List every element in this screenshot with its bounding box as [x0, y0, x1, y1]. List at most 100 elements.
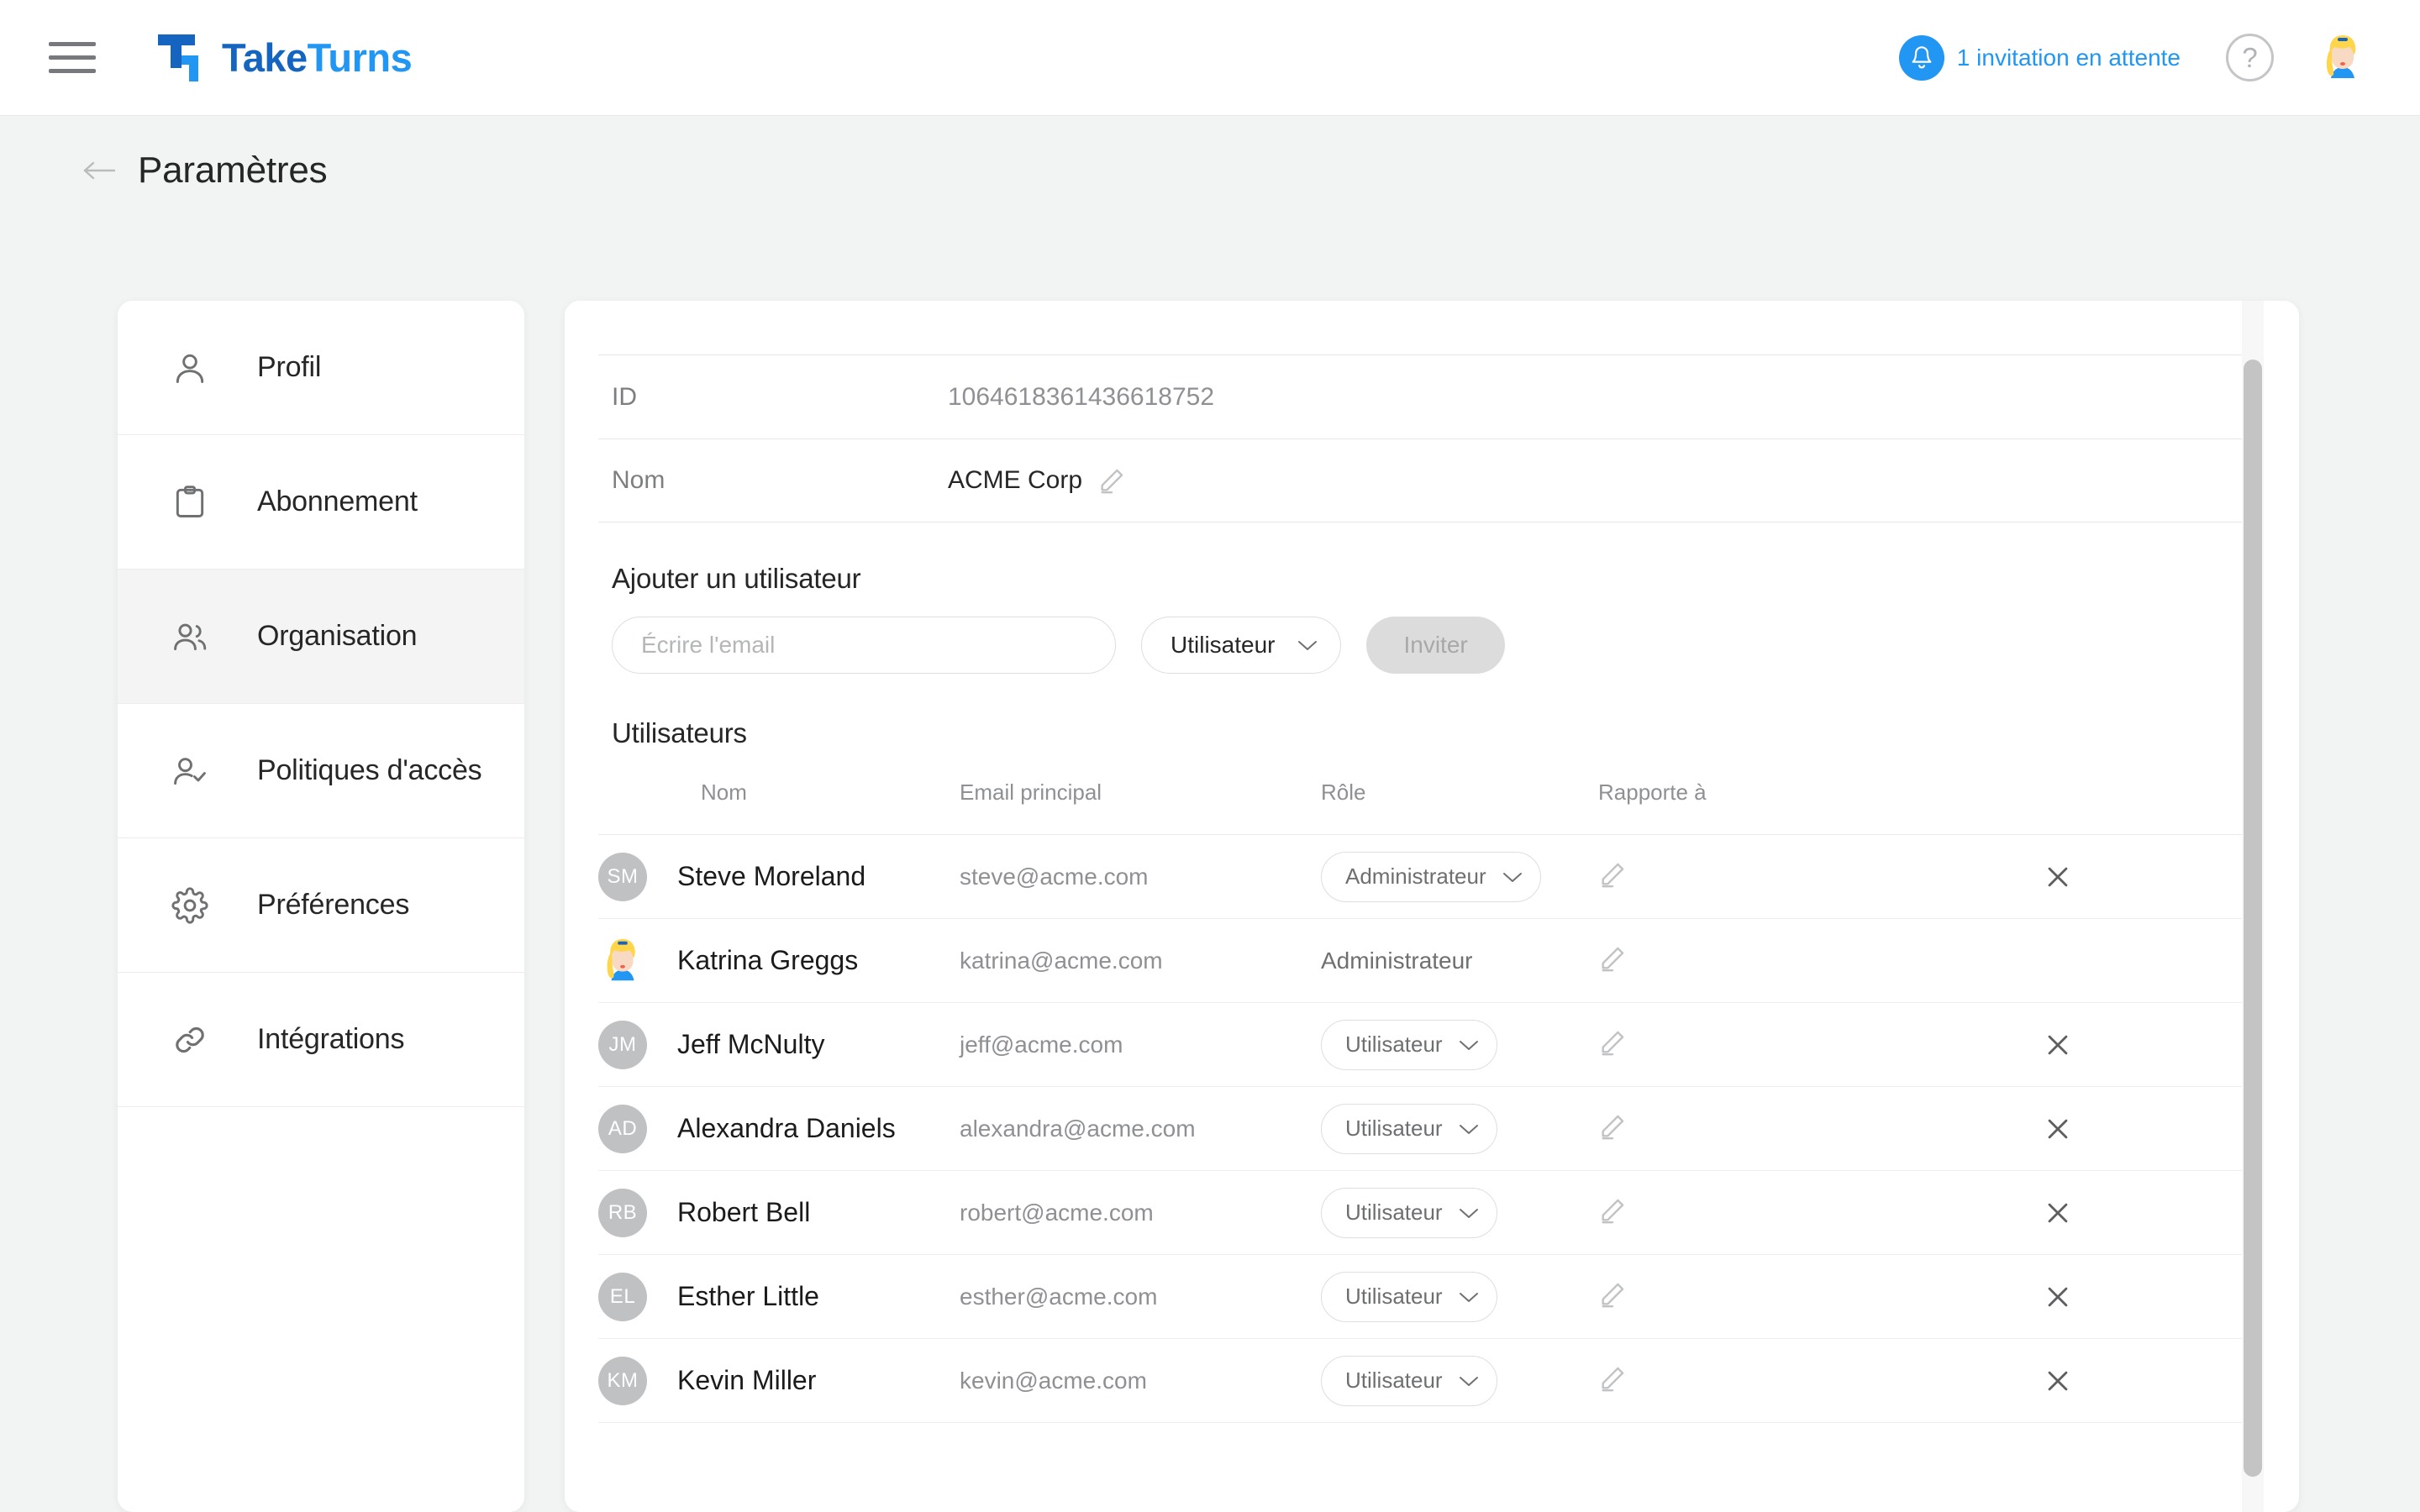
- sidebar-item-organisation[interactable]: Organisation: [118, 570, 524, 704]
- user-avatar-icon[interactable]: [2317, 32, 2368, 83]
- sidebar-item-label: Abonnement: [257, 486, 418, 517]
- user-name: Steve Moreland: [677, 861, 866, 891]
- pending-invitation-label: 1 invitation en attente: [1956, 44, 2181, 71]
- table-row[interactable]: JM Jeff McNulty jeff@acme.com Utilisateu…: [598, 1003, 2249, 1087]
- table-row[interactable]: EL Esther Little esther@acme.com Utilisa…: [598, 1255, 2249, 1339]
- gear-icon: [170, 885, 210, 926]
- hamburger-menu-icon[interactable]: [49, 39, 97, 77]
- add-user-title: Ajouter un utilisateur: [612, 563, 861, 594]
- user-remove-cell: [2044, 1199, 2249, 1227]
- edit-pencil-icon[interactable]: [1598, 944, 1627, 973]
- org-info-row-nom: Nom ACME Corp: [598, 438, 2249, 522]
- user-name: Katrina Greggs: [677, 945, 859, 975]
- table-row[interactable]: RB Robert Bell robert@acme.com Utilisate…: [598, 1171, 2249, 1255]
- page-title: Paramètres: [138, 150, 328, 191]
- edit-pencil-icon[interactable]: [1598, 1112, 1627, 1141]
- pending-invitation-notification[interactable]: 1 invitation en attente: [1898, 34, 2181, 81]
- chevron-down-icon: [1459, 1376, 1478, 1386]
- page-header: Paramètres: [0, 116, 2420, 225]
- question-mark-icon[interactable]: ?: [2226, 34, 2274, 81]
- user-remove-cell: [2044, 863, 2249, 891]
- user-check-icon: [170, 751, 210, 791]
- user-reports-to-cell: [1598, 1364, 2044, 1397]
- column-header-role: Rôle: [1321, 780, 1366, 805]
- users-table-header: Nom Email principal Rôle Rapporte à: [598, 780, 2249, 835]
- user-role-dropdown[interactable]: Utilisateur: [1321, 1355, 1497, 1406]
- org-info-value-wrap: ACME Corp: [948, 466, 1126, 495]
- user-icon: [170, 348, 210, 388]
- avatar: JM: [598, 1020, 647, 1069]
- table-row[interactable]: AD Alexandra Daniels alexandra@acme.com …: [598, 1087, 2249, 1171]
- user-name-cell: EL Esther Little: [598, 1272, 960, 1321]
- user-role-dropdown[interactable]: Utilisateur: [1321, 1103, 1497, 1154]
- edit-pencil-icon[interactable]: [1598, 860, 1627, 889]
- organisation-scroll-content: ID 1064618361436618752 Nom ACME Corp Ajo…: [598, 301, 2249, 1423]
- role-select-value: Utilisateur: [1171, 632, 1276, 658]
- avatar: RB: [598, 1188, 647, 1237]
- table-row[interactable]: SM Steve Moreland steve@acme.com Adminis…: [598, 835, 2249, 919]
- user-name-cell: SM Steve Moreland: [598, 852, 960, 901]
- edit-pencil-icon[interactable]: [1598, 1196, 1627, 1225]
- user-role-dropdown[interactable]: Utilisateur: [1321, 1271, 1497, 1322]
- sidebar-item-integrations[interactable]: Intégrations: [118, 973, 524, 1107]
- sidebar-item-profil[interactable]: Profil: [118, 301, 524, 435]
- close-icon[interactable]: [2044, 1199, 2072, 1227]
- user-remove-cell: [2044, 1283, 2249, 1311]
- user-email: esther@acme.com: [960, 1283, 1158, 1310]
- sidebar-item-label: Politiques d'accès: [257, 754, 482, 786]
- scrollbar-thumb[interactable]: [2244, 360, 2262, 1477]
- sidebar-item-politiques-dacces[interactable]: Politiques d'accès: [118, 704, 524, 838]
- close-icon[interactable]: [2044, 1283, 2072, 1311]
- role-select-dropdown[interactable]: Utilisateur: [1141, 617, 1342, 674]
- user-reports-to-cell: [1598, 1112, 2044, 1145]
- close-icon[interactable]: [2044, 863, 2072, 891]
- avatar: KM: [598, 1356, 647, 1405]
- user-role-cell: Utilisateur: [1321, 1355, 1598, 1406]
- user-email: alexandra@acme.com: [960, 1115, 1196, 1142]
- add-user-form: Utilisateur Inviter: [612, 617, 2249, 674]
- user-role-dropdown[interactable]: Utilisateur: [1321, 1019, 1497, 1070]
- sidebar-item-label: Profil: [257, 351, 322, 383]
- sidebar-item-label: Intégrations: [257, 1023, 405, 1055]
- edit-pencil-icon[interactable]: [1598, 1280, 1627, 1309]
- user-role-cell: Utilisateur: [1321, 1187, 1598, 1238]
- user-email: jeff@acme.com: [960, 1031, 1123, 1058]
- user-name: Esther Little: [677, 1281, 819, 1311]
- user-role-value: Utilisateur: [1345, 1284, 1443, 1309]
- user-role-value: Administrateur: [1321, 947, 1473, 974]
- users-section-title: Utilisateurs: [612, 717, 747, 748]
- user-role-dropdown[interactable]: Utilisateur: [1321, 1187, 1497, 1238]
- email-input[interactable]: [612, 617, 1116, 674]
- user-name: Jeff McNulty: [677, 1029, 825, 1059]
- user-role-value: Utilisateur: [1345, 1116, 1443, 1141]
- chevron-down-icon: [1298, 641, 1318, 650]
- user-reports-to-cell: [1598, 860, 2044, 893]
- edit-pencil-icon[interactable]: [1598, 1364, 1627, 1393]
- arrow-left-icon[interactable]: [81, 158, 118, 183]
- user-role-value: Utilisateur: [1345, 1032, 1443, 1057]
- user-role-dropdown[interactable]: Administrateur: [1321, 851, 1541, 902]
- user-remove-cell: [2044, 1031, 2249, 1059]
- close-icon[interactable]: [2044, 1115, 2072, 1143]
- sidebar-item-abonnement[interactable]: Abonnement: [118, 435, 524, 570]
- user-name: Alexandra Daniels: [677, 1113, 896, 1143]
- sidebar-item-preferences[interactable]: Préférences: [118, 838, 524, 973]
- brand-name: TakeTurns: [222, 38, 413, 77]
- bell-icon: [1898, 34, 1944, 81]
- table-row[interactable]: KM Kevin Miller kevin@acme.com Utilisate…: [598, 1339, 2249, 1423]
- edit-pencil-icon[interactable]: [1097, 466, 1126, 495]
- close-icon[interactable]: [2044, 1367, 2072, 1395]
- invite-button[interactable]: Inviter: [1366, 617, 1505, 674]
- close-icon[interactable]: [2044, 1031, 2072, 1059]
- link-icon: [170, 1020, 210, 1060]
- table-row[interactable]: Katrina Greggs katrina@acme.com Administ…: [598, 919, 2249, 1003]
- user-reports-to-cell: [1598, 1280, 2044, 1313]
- column-header-rapporte-a: Rapporte à: [1598, 780, 1707, 805]
- brand-logo[interactable]: TakeTurns: [156, 33, 413, 83]
- clipboard-icon: [170, 482, 210, 522]
- edit-pencil-icon[interactable]: [1598, 1028, 1627, 1057]
- user-name-cell: Katrina Greggs: [598, 936, 960, 985]
- user-email: katrina@acme.com: [960, 947, 1163, 974]
- column-header-email: Email principal: [960, 780, 1102, 805]
- organisation-panel: ID 1064618361436618752 Nom ACME Corp Ajo…: [565, 301, 2299, 1512]
